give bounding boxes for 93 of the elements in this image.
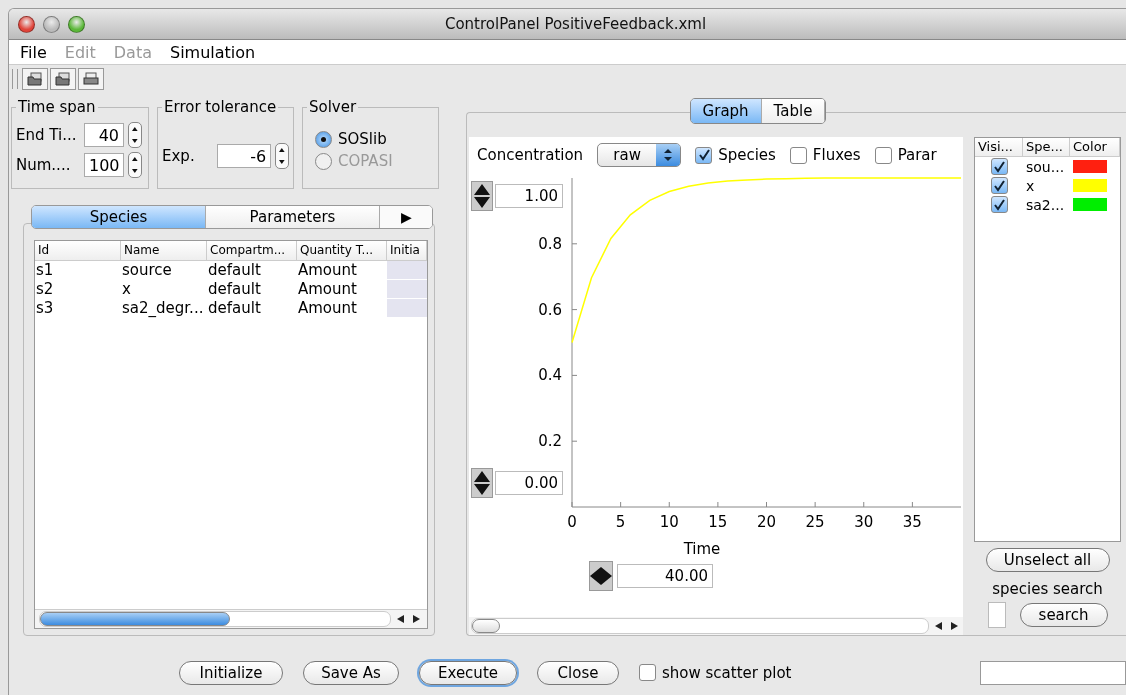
- x-tick-label: 25: [805, 513, 825, 531]
- concentration-label: Concentration: [477, 146, 584, 164]
- table-cell-text: Amount: [297, 280, 358, 299]
- column-header[interactable]: Id: [35, 241, 121, 260]
- stepper-icon[interactable]: [471, 468, 493, 498]
- column-header[interactable]: Quantity T...: [297, 241, 387, 260]
- x-axis-label: Time: [683, 540, 721, 558]
- folder-icon[interactable]: [22, 68, 48, 90]
- checkbox-label: show scatter plot: [662, 663, 792, 682]
- checkbox[interactable]: [789, 146, 807, 164]
- close-icon[interactable]: [18, 15, 35, 33]
- x-tick-label: 15: [708, 513, 728, 531]
- scrollbar-thumb[interactable]: [472, 619, 500, 633]
- x-tick-label: 20: [756, 513, 777, 531]
- action-button[interactable]: Save As: [303, 660, 399, 685]
- field-label: Exp.: [162, 147, 196, 165]
- checkbox-label: Parar: [897, 146, 937, 164]
- checkbox[interactable]: [990, 158, 1008, 175]
- scale-dropdown[interactable]: raw: [597, 143, 682, 167]
- species-name: sou...: [1025, 158, 1066, 175]
- checkbox[interactable]: [990, 196, 1008, 213]
- stepper-icon[interactable]: [589, 561, 613, 591]
- table-cell-text: default: [207, 280, 262, 299]
- table-cell-text: Amount: [297, 261, 358, 280]
- x-tick-label: 10: [659, 513, 679, 531]
- tab[interactable]: Graph: [690, 99, 762, 123]
- table-cell-text: s2: [35, 280, 55, 299]
- x-tick-label: 5: [615, 513, 626, 531]
- checkbox-label: Fluxes: [812, 146, 861, 164]
- table-cell-text: sa2_degr...: [121, 299, 205, 318]
- action-button[interactable]: Execute: [419, 660, 517, 685]
- caret-icon: [656, 144, 681, 166]
- column-header[interactable]: Initia: [387, 241, 427, 260]
- tab[interactable]: Table: [761, 99, 826, 123]
- zoom-icon[interactable]: [68, 15, 85, 33]
- column-header[interactable]: Spe...: [1023, 138, 1070, 156]
- x-tick-label: 35: [902, 513, 922, 531]
- field-label: Num....: [16, 156, 72, 174]
- y-max-field[interactable]: 1.00: [495, 184, 563, 208]
- printer-icon[interactable]: [78, 68, 104, 90]
- search-label: species search: [992, 580, 1103, 598]
- y-min-field[interactable]: 0.00: [495, 471, 563, 495]
- scrollbar-thumb[interactable]: [40, 612, 230, 626]
- stepper-icon[interactable]: [128, 122, 142, 148]
- minimize-icon[interactable]: [43, 15, 60, 33]
- group-title: Time span: [16, 98, 98, 116]
- y-tick-label: 0.6: [538, 300, 562, 319]
- folder-icon[interactable]: [50, 68, 76, 90]
- column-header[interactable]: Color: [1070, 138, 1120, 156]
- menu-item[interactable]: File: [20, 42, 47, 62]
- table-cell-text: s1: [35, 261, 55, 280]
- radio-label: SOSlib: [338, 130, 387, 148]
- y-tick-label: 0.8: [538, 234, 562, 253]
- search-field[interactable]: [987, 602, 1006, 628]
- text-field[interactable]: [980, 660, 1126, 685]
- radio-label: COPASI: [338, 152, 393, 170]
- checkbox[interactable]: [990, 177, 1008, 194]
- y-tick-label: 0.2: [538, 432, 562, 451]
- tab[interactable]: Parameters: [206, 206, 380, 228]
- x-tick-label: 0: [567, 513, 577, 531]
- field-label: End Ti...: [16, 126, 78, 144]
- species-name: sa2...: [1025, 196, 1066, 213]
- table-cell-text: default: [207, 261, 262, 280]
- window-title: ControlPanel PositiveFeedback.xml: [443, 15, 708, 33]
- column-header[interactable]: Compartm...: [207, 241, 297, 260]
- checkbox[interactable]: [695, 146, 713, 164]
- tab[interactable]: Species: [32, 206, 206, 228]
- table-cell-text: s3: [35, 299, 55, 318]
- checkbox[interactable]: [874, 146, 892, 164]
- table-cell-text: x: [121, 280, 132, 299]
- unselect-all-button[interactable]: Unselect all: [985, 548, 1110, 572]
- table-cell-text: default: [207, 299, 262, 318]
- radio-button[interactable]: [315, 130, 332, 148]
- stepper-icon[interactable]: [471, 181, 493, 211]
- stepper-icon[interactable]: [128, 152, 142, 178]
- species-name: x: [1025, 177, 1036, 194]
- column-header[interactable]: Visi...: [975, 138, 1023, 156]
- menu-item[interactable]: Simulation: [169, 42, 256, 62]
- y-tick-label: 0.4: [538, 366, 562, 385]
- search-button[interactable]: search: [1019, 603, 1108, 627]
- checkbox[interactable]: [639, 664, 656, 681]
- table-cell-text: Amount: [297, 299, 358, 318]
- x-tick-label: 30: [854, 513, 874, 531]
- number-field[interactable]: 40: [84, 123, 124, 147]
- action-button[interactable]: Close: [537, 660, 619, 685]
- action-button[interactable]: Initialize: [179, 660, 283, 685]
- checkbox-label: Species: [718, 146, 776, 164]
- column-header[interactable]: Name: [121, 241, 207, 260]
- number-field[interactable]: -6: [217, 144, 272, 168]
- number-field[interactable]: 100: [84, 153, 124, 177]
- stepper-icon[interactable]: [275, 143, 289, 169]
- table-cell-text: source: [121, 261, 173, 280]
- x-max-field[interactable]: 40.00: [617, 564, 713, 588]
